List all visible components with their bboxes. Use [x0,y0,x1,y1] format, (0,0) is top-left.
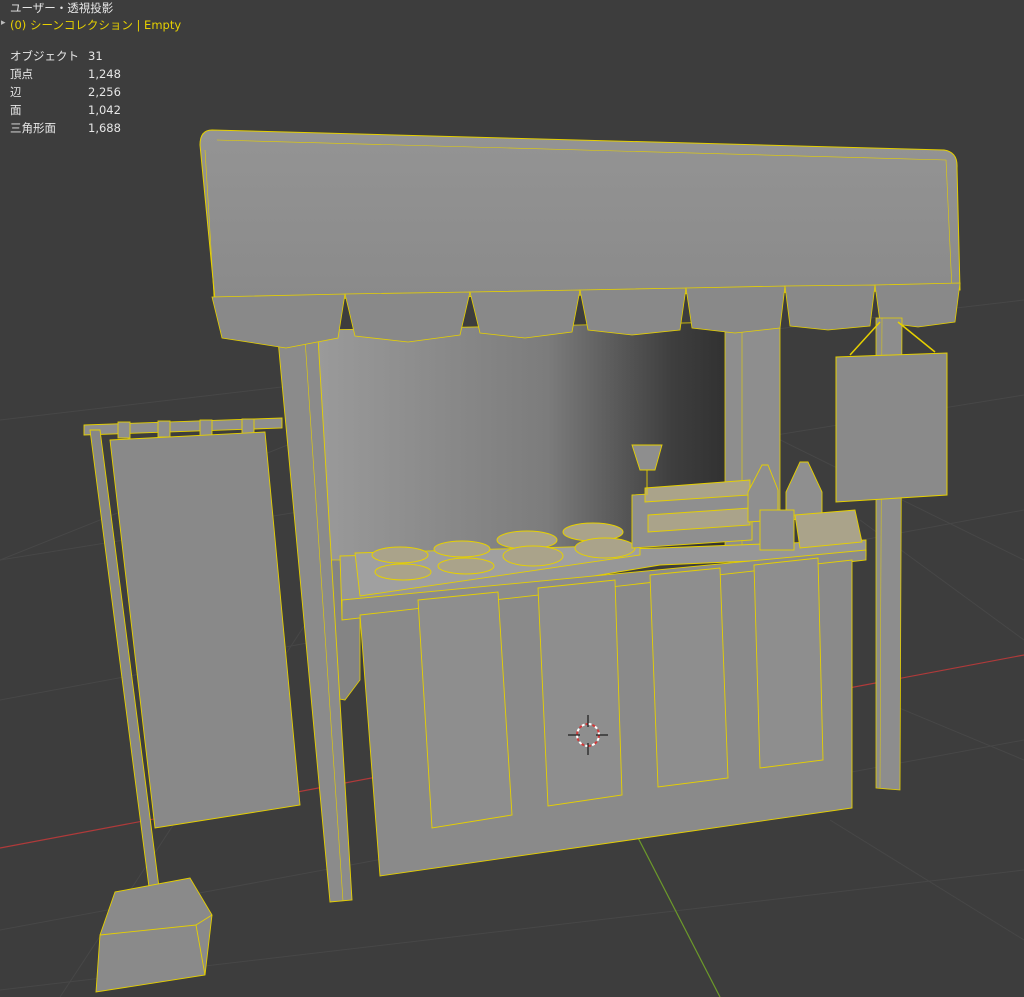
stat-row-edges: 辺 2,256 [10,83,148,101]
roof-sign-board [199,129,961,301]
stat-value: 1,042 [88,103,121,117]
stat-row-objects: オブジェクト 31 [10,47,148,65]
stat-label: オブジェクト [10,49,79,63]
hanging-sign [835,352,948,503]
view-name-label: ユーザー・透視投影 [10,1,114,15]
stat-value: 1,248 [88,67,121,81]
chevron-right-icon[interactable]: ▸ [1,18,6,28]
stat-label: 面 [10,103,22,117]
3d-viewport[interactable]: ▸ ユーザー・透視投影 (0) シーンコレクション | Empty オブジェクト… [0,0,1024,997]
banner-stand [83,417,301,993]
stat-label: 三角形面 [10,121,56,135]
scene-statistics: オブジェクト 31 頂点 1,248 辺 2,256 面 1,042 三角形面 … [10,47,148,137]
stat-label: 辺 [10,85,22,99]
stat-row-triangles: 三角形面 1,688 [10,119,148,137]
stat-value: 2,256 [88,85,121,99]
stat-value: 1,688 [88,121,121,135]
collection-name-label: (0) シーンコレクション | Empty [10,18,182,32]
stat-row-vertices: 頂点 1,248 [10,65,148,83]
stat-value: 31 [88,49,103,63]
stat-label: 頂点 [10,67,33,81]
stat-row-faces: 面 1,042 [10,101,148,119]
y-axis-line [632,827,721,997]
counter [339,539,867,877]
scene-view [0,129,1024,997]
